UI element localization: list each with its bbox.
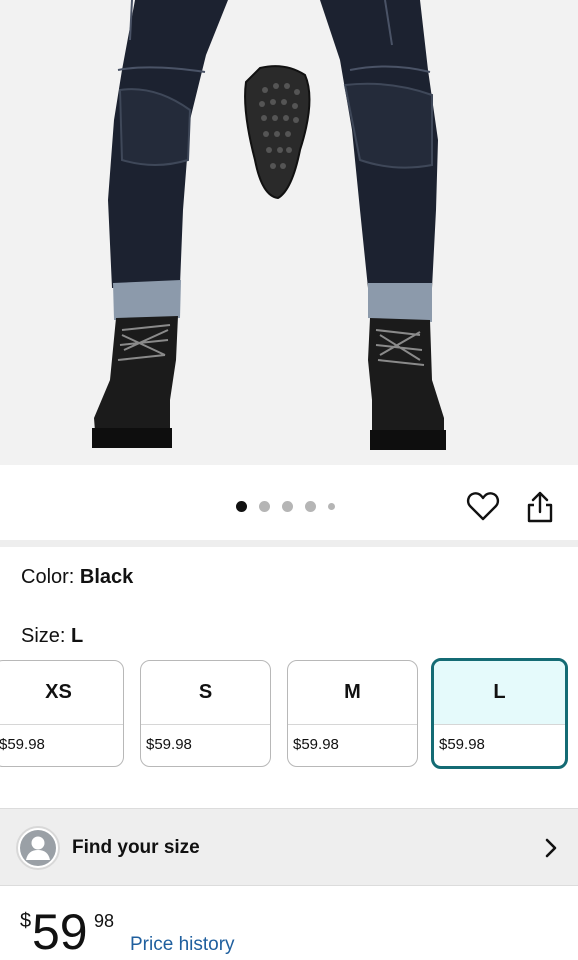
- size-option-price: $59.98: [439, 736, 485, 753]
- color-selection-label: Color: Black: [21, 566, 133, 589]
- color-label: Color:: [21, 566, 75, 588]
- heart-outline-icon[interactable]: [466, 489, 500, 523]
- size-option-l[interactable]: L $59.98: [431, 658, 568, 769]
- carousel-dot-3[interactable]: [282, 501, 293, 512]
- chevron-right-icon: [545, 838, 557, 858]
- section-divider: [0, 540, 578, 547]
- share-icon[interactable]: [524, 490, 556, 524]
- carousel-dot-4[interactable]: [305, 501, 316, 512]
- carousel-dot-1[interactable]: [236, 501, 247, 512]
- color-value: Black: [79, 566, 134, 588]
- price-dollars: 59: [32, 904, 88, 960]
- carousel-dot-2[interactable]: [259, 501, 270, 512]
- carousel-dot-5[interactable]: [328, 503, 335, 510]
- price-currency: $: [20, 910, 32, 932]
- size-option-label: M: [288, 661, 417, 725]
- find-your-size-row[interactable]: Find your size: [0, 808, 578, 886]
- size-option-label: S: [141, 661, 270, 725]
- size-option-s[interactable]: S $59.98: [140, 660, 271, 767]
- price-history-link[interactable]: Price history: [130, 934, 235, 956]
- gallery-controls: [0, 465, 578, 540]
- size-option-xs[interactable]: XS $59.98: [0, 660, 124, 767]
- price-cents: 98: [94, 911, 115, 931]
- find-your-size-label: Find your size: [72, 837, 200, 858]
- size-option-price: $59.98: [293, 736, 339, 753]
- product-illustration: [92, 0, 446, 450]
- size-option-price: $59.98: [0, 736, 45, 753]
- carousel-dots: [236, 501, 335, 512]
- size-option-label: L: [434, 661, 565, 725]
- product-image[interactable]: [0, 0, 578, 465]
- person-icon: [16, 826, 60, 870]
- size-option-price: $59.98: [146, 736, 192, 753]
- size-label: Size:: [21, 625, 66, 647]
- size-option-m[interactable]: M $59.98: [287, 660, 418, 767]
- size-value: L: [71, 625, 84, 647]
- size-option-label: XS: [0, 661, 123, 725]
- size-selection-label: Size: L: [21, 625, 83, 648]
